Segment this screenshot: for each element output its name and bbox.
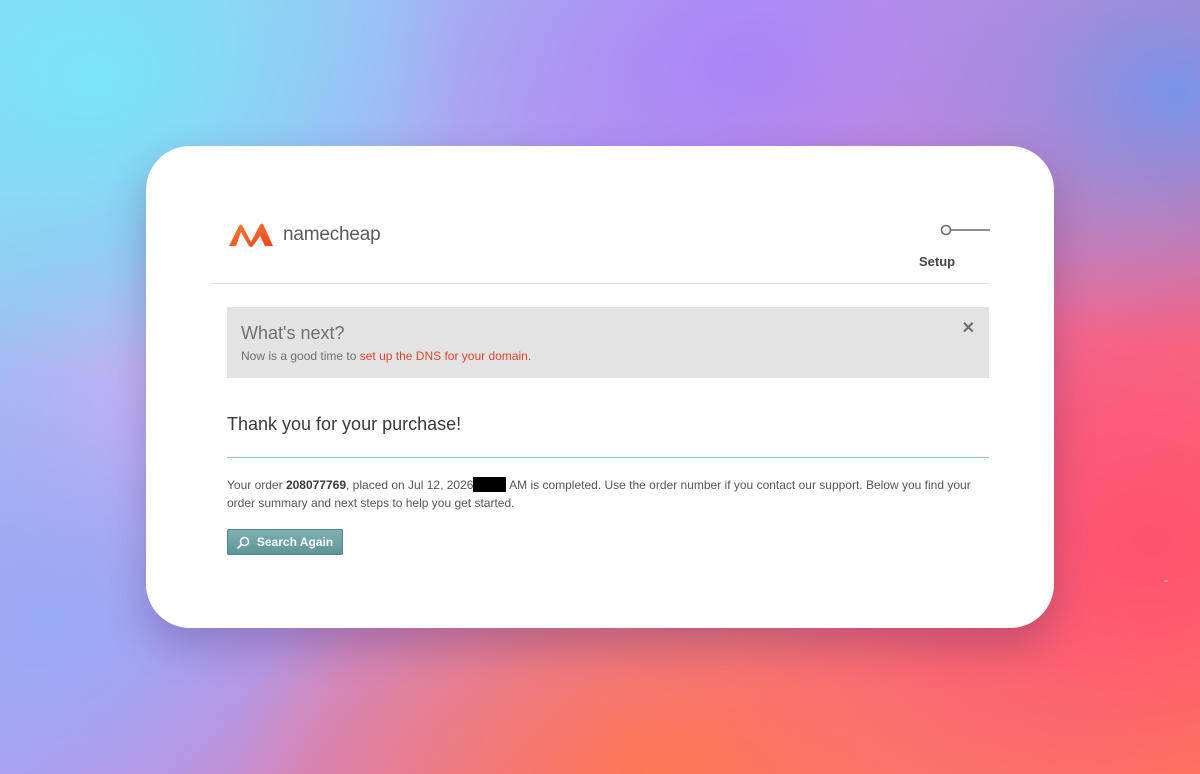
search-icon bbox=[237, 536, 250, 549]
setup-step-indicator: Setup bbox=[900, 224, 990, 274]
confirmation-card: namecheap Setup What's next? Now is a go… bbox=[146, 146, 1054, 628]
redacted-time-block bbox=[473, 477, 507, 492]
step-label: Setup bbox=[919, 254, 956, 269]
search-again-button[interactable]: Search Again bbox=[227, 529, 343, 555]
page-title: Thank you for your purchase! bbox=[227, 414, 462, 434]
title-divider bbox=[227, 457, 989, 458]
notice-text: Now is a good time to set up the DNS for… bbox=[241, 349, 531, 363]
step-circle-icon bbox=[940, 224, 990, 236]
namecheap-logo-icon bbox=[229, 223, 273, 247]
order-prefix: Your order bbox=[227, 478, 286, 492]
page-header: namecheap Setup bbox=[210, 146, 990, 284]
namecheap-logo[interactable]: namecheap bbox=[227, 222, 381, 248]
logo-wordmark: namecheap bbox=[283, 224, 381, 245]
close-icon[interactable]: ✕ bbox=[962, 321, 975, 337]
search-again-label: Search Again bbox=[256, 535, 334, 549]
notice-text-prefix: Now is a good time to bbox=[241, 349, 360, 363]
notice-title: What's next? bbox=[241, 323, 345, 343]
order-summary-text: Your order 208077769, placed on Jul 12, … bbox=[227, 476, 989, 512]
order-number: 208077769 bbox=[285, 478, 347, 492]
whats-next-notice: What's next? Now is a good time to set u… bbox=[227, 307, 989, 378]
setup-dns-link[interactable]: set up the DNS for your domain. bbox=[360, 349, 531, 363]
background-speck bbox=[1164, 580, 1168, 582]
order-placed: , placed on Jul 12, 2026 bbox=[346, 478, 474, 492]
